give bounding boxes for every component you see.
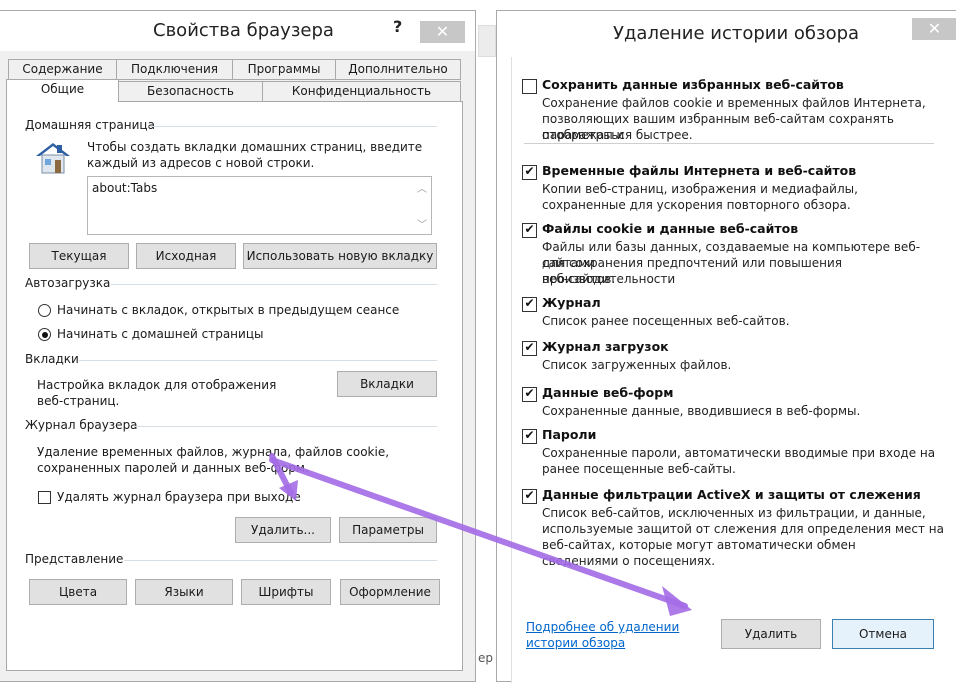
history-item-checkbox[interactable]: ✔ [522, 387, 537, 402]
scroll-up-icon[interactable]: ︿ [417, 180, 427, 195]
delete-history-dialog: Удаление истории обзора ✕ Сохранить данн… [496, 10, 956, 683]
history-item-desc: Список веб-сайтов, исключенных из фильтр… [542, 506, 926, 520]
learn-more-line-1: Подробнее об удалении [526, 620, 680, 634]
history-item-desc: веб-сайтах, которые могут автоматически … [542, 538, 856, 552]
history-item-desc: сохраненные для ускорения повторного обз… [542, 198, 851, 212]
history-item-desc: используемые защитой от слежения для опр… [542, 522, 944, 536]
history-item-desc: Сохранение файлов cookie и временных фай… [542, 96, 926, 110]
startup-section-rule [111, 284, 437, 285]
history-desc-1: Удаление временных файлов, журнала, файл… [37, 445, 390, 459]
window-title: Свойства браузера [153, 20, 334, 41]
learn-more-link[interactable]: Подробнее об удалении истории обзора [526, 619, 679, 651]
history-settings-button[interactable]: Параметры [339, 517, 437, 543]
history-item-title: Пароли [542, 427, 597, 442]
startup-previous-radio[interactable] [38, 304, 51, 317]
tab-content[interactable]: Содержание [8, 59, 117, 80]
tab-advanced[interactable]: Дополнительно [335, 59, 461, 80]
startup-section-title: Автозагрузка [25, 276, 111, 290]
titlebar: Свойства браузера ? ✕ [0, 11, 475, 51]
use-new-tab-button[interactable]: Использовать новую вкладку [243, 243, 437, 269]
languages-button[interactable]: Языки [135, 579, 233, 605]
tabs-desc-2: веб-страниц. [37, 394, 120, 408]
history-item-desc: отображаться быстрее. [542, 128, 693, 142]
internet-options-window: Свойства браузера ? ✕ Содержание Подключ… [0, 10, 476, 682]
current-page-button[interactable]: Текущая [29, 243, 129, 269]
history-item-checkbox[interactable]: ✔ [522, 489, 537, 504]
history-item-title: Сохранить данные избранных веб-сайтов [542, 77, 844, 92]
colors-button[interactable]: Цвета [29, 579, 127, 605]
history-item-desc: Копии веб-страниц, изображения и медиафа… [542, 182, 858, 196]
scroll-down-icon[interactable]: ﹀ [417, 216, 427, 231]
history-item-desc: Сохраненные данные, вводившиеся в веб-фо… [542, 404, 861, 418]
appearance-section-title: Представление [25, 552, 124, 566]
history-item-checkbox[interactable]: ✔ [522, 341, 537, 356]
history-item-checkbox[interactable]: ✔ [522, 297, 537, 312]
tab-security[interactable]: Безопасность [118, 81, 263, 102]
default-page-button[interactable]: Исходная [136, 243, 236, 269]
history-item-checkbox[interactable]: ✔ [522, 429, 537, 444]
tab-connections[interactable]: Подключения [116, 59, 233, 80]
history-item-checkbox[interactable]: ✔ [522, 165, 537, 180]
history-item-title: Журнал загрузок [542, 339, 669, 354]
appearance-section-rule [124, 560, 437, 561]
tab-privacy[interactable]: Конфиденциальность [262, 81, 461, 102]
items-separator [524, 143, 934, 144]
delete-history-button[interactable]: Удалить... [235, 517, 331, 543]
startup-home-radio[interactable] [38, 328, 51, 341]
partial-background-text: ер [478, 651, 493, 665]
delete-button[interactable]: Удалить [721, 619, 821, 649]
startup-previous-label: Начинать с вкладок, открытых в предыдуще… [57, 303, 400, 317]
dialog-titlebar: Удаление истории обзора ✕ [497, 11, 956, 51]
house-icon [33, 138, 73, 178]
tabs-desc-1: Настройка вкладок для отображения [37, 378, 277, 392]
home-section-rule [149, 126, 437, 127]
home-desc-2: каждый из адресов с новой строки. [87, 156, 315, 170]
home-pages-input[interactable]: about:Tabs ︿ ﹀ [87, 176, 432, 235]
tab-programs[interactable]: Программы [232, 59, 336, 80]
delete-on-exit-checkbox[interactable] [38, 491, 51, 504]
history-item-title: Данные фильтрации ActiveX и защиты от сл… [542, 487, 921, 502]
history-item-checkbox[interactable] [522, 79, 537, 94]
history-item-desc: веб-сайтов. [542, 272, 616, 286]
startup-home-label: Начинать с домашней страницы [57, 327, 264, 341]
history-item-title: Журнал [542, 295, 601, 310]
tab-general[interactable]: Общие [6, 79, 119, 102]
home-desc-1: Чтобы создать вкладки домашних страниц, … [87, 140, 423, 154]
history-item-desc: Сохраненные пароли, автоматически вводим… [542, 446, 936, 460]
tabs-section-rule [79, 360, 437, 361]
delete-on-exit-label: Удалять журнал браузера при выходе [57, 490, 301, 504]
history-item-desc: Список загруженных файлов. [542, 358, 732, 372]
history-item-title: Временные файлы Интернета и веб-сайтов [542, 163, 857, 178]
appearance-button[interactable]: Оформление [340, 579, 440, 605]
history-section-rule [134, 426, 437, 427]
dialog-close-button[interactable]: ✕ [912, 18, 956, 40]
history-item-title: Данные веб-форм [542, 385, 674, 400]
dialog-title: Удаление истории обзора [613, 23, 860, 44]
history-item-desc: ранее посещенные веб-сайты. [542, 462, 736, 476]
tabs-settings-button[interactable]: Вкладки [337, 371, 437, 397]
history-desc-2: сохраненных паролей и данных веб-форм. [37, 461, 309, 475]
learn-more-line-2: истории обзора [526, 636, 626, 650]
history-section-title: Журнал браузера [25, 418, 138, 432]
help-icon[interactable]: ? [393, 17, 402, 36]
home-pages-value: about:Tabs [92, 181, 158, 195]
history-item-title: Файлы cookie и данные веб-сайтов [542, 221, 799, 236]
close-button[interactable]: ✕ [420, 21, 465, 43]
history-item-desc: сведениями о посещениях. [542, 554, 716, 568]
history-item-checkbox[interactable]: ✔ [522, 223, 537, 238]
background-strip [478, 25, 496, 57]
cancel-button[interactable]: Отмена [832, 619, 934, 649]
dialog-body: Сохранить данные избранных веб-сайтов Сох… [511, 57, 956, 683]
home-section-title: Домашняя страница [25, 118, 155, 132]
tabs-section-title: Вкладки [25, 352, 79, 366]
history-item-desc: Список ранее посещенных веб-сайтов. [542, 314, 790, 328]
fonts-button[interactable]: Шрифты [241, 579, 331, 605]
